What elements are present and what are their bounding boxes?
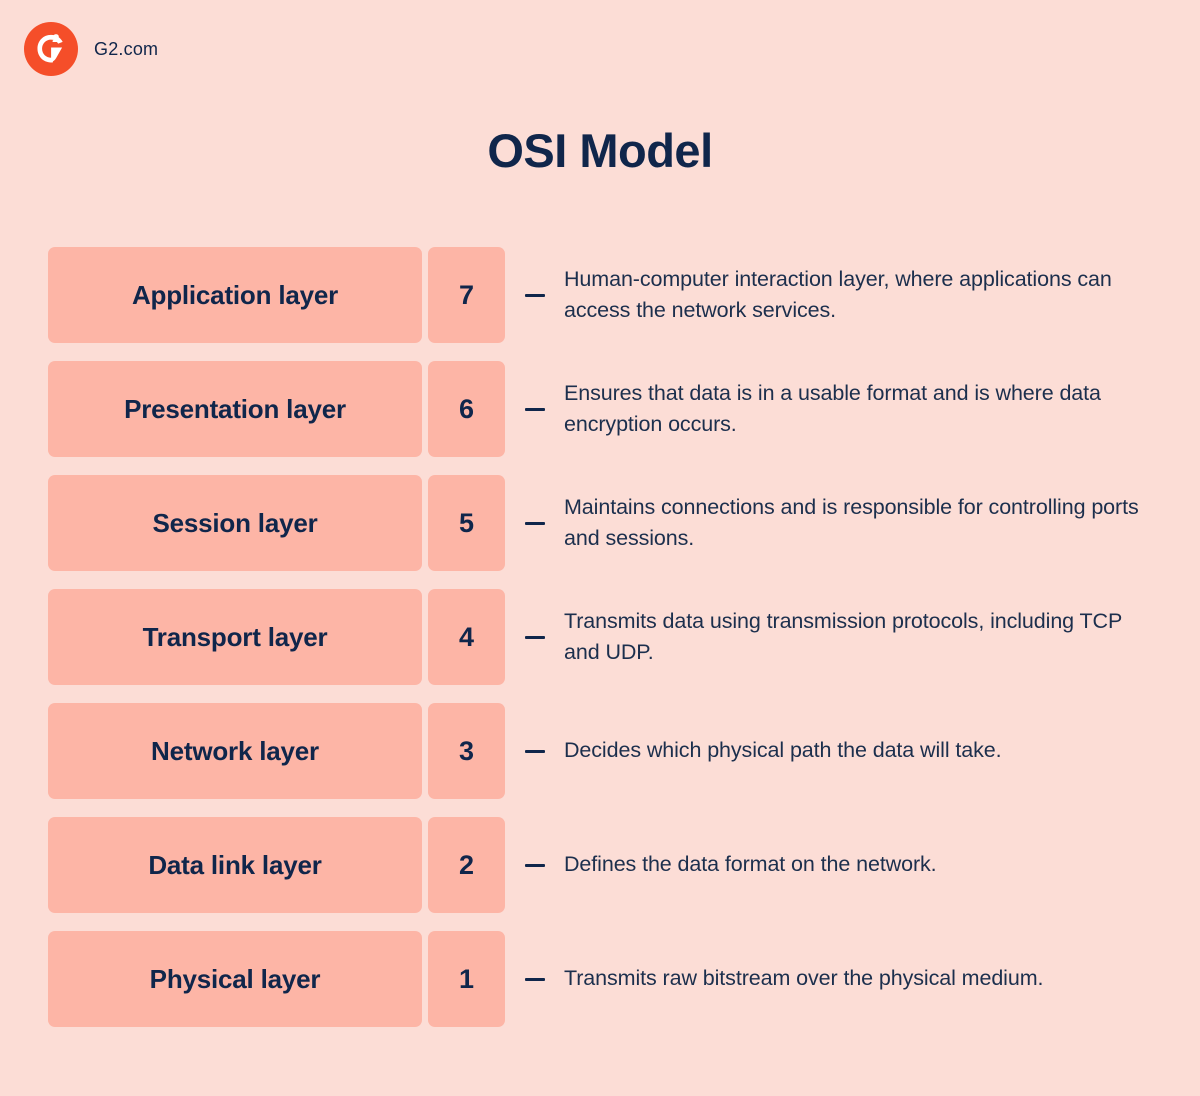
- layer-description-group: Decides which physical path the data wil…: [505, 703, 1158, 799]
- dash-icon: [525, 635, 545, 639]
- layer-description-group: Defines the data format on the network.: [505, 817, 1158, 913]
- dash-icon: [525, 977, 545, 981]
- layer-description: Human-computer interaction layer, where …: [564, 266, 1112, 322]
- g2-logo-icon: [24, 22, 78, 76]
- layer-number-box[interactable]: 4: [428, 589, 505, 685]
- layer-description: Transmits raw bitstream over the physica…: [564, 966, 1044, 991]
- layer-row: Network layer 3 Decides which physical pat…: [48, 703, 1158, 799]
- dash-icon: [525, 863, 545, 867]
- layer-description: Defines the data format on the network.: [564, 852, 937, 877]
- layer-number-box[interactable]: 5: [428, 475, 505, 571]
- layer-name-box[interactable]: Session layer: [48, 475, 422, 571]
- layer-number-box[interactable]: 1: [428, 931, 505, 1027]
- layer-description-group: Ensures that data is in a usable format …: [505, 361, 1158, 457]
- layer-row: Application layer 7 Human-computer interac…: [48, 247, 1158, 343]
- layer-description-group: Transmits data using transmission protoc…: [505, 589, 1158, 685]
- dash-icon: [525, 407, 545, 411]
- layer-name-box[interactable]: Transport layer: [48, 589, 422, 685]
- layer-description-group: Transmits raw bitstream over the physica…: [505, 931, 1158, 1027]
- layer-row: Presentation layer 6 Ensures that data is …: [48, 361, 1158, 457]
- brand-header: G2.com: [24, 22, 158, 76]
- layer-number-box[interactable]: 6: [428, 361, 505, 457]
- layer-description-group: Maintains connections and is responsible…: [505, 475, 1158, 571]
- page-title: OSI Model: [487, 124, 713, 177]
- layer-row: Transport layer 4 Transmits data using tra…: [48, 589, 1158, 685]
- brand-name: G2.com: [94, 38, 159, 59]
- layer-description-group: Human-computer interaction layer, where …: [505, 247, 1158, 343]
- layer-row: Physical layer 1 Transmits raw bitstream o…: [48, 931, 1158, 1027]
- layer-number-box[interactable]: 2: [428, 817, 505, 913]
- layer-name-box[interactable]: Network layer: [48, 703, 422, 799]
- layer-row: Session layer 5 Maintains connections and …: [48, 475, 1158, 571]
- layer-name-box[interactable]: Data link layer: [48, 817, 422, 913]
- layer-row: Data link layer 2 Defines the data format …: [48, 817, 1158, 913]
- layer-description: Decides which physical path the data wil…: [564, 738, 1002, 763]
- osi-layer-list: Application layer 7 Human-computer interac…: [48, 247, 1158, 1027]
- layer-number-box[interactable]: 3: [428, 703, 505, 799]
- layer-name-box[interactable]: Application layer: [48, 247, 422, 343]
- layer-name-box[interactable]: Presentation layer: [48, 361, 422, 457]
- dash-icon: [525, 521, 545, 525]
- layer-number-box[interactable]: 7: [428, 247, 505, 343]
- dash-icon: [525, 749, 545, 753]
- layer-description: Transmits data using transmission protoc…: [564, 608, 1122, 664]
- layer-description: Maintains connections and is responsible…: [564, 494, 1139, 550]
- layer-name-box[interactable]: Physical layer: [48, 931, 422, 1027]
- dash-icon: [525, 293, 545, 297]
- layer-description: Ensures that data is in a usable format …: [564, 380, 1101, 436]
